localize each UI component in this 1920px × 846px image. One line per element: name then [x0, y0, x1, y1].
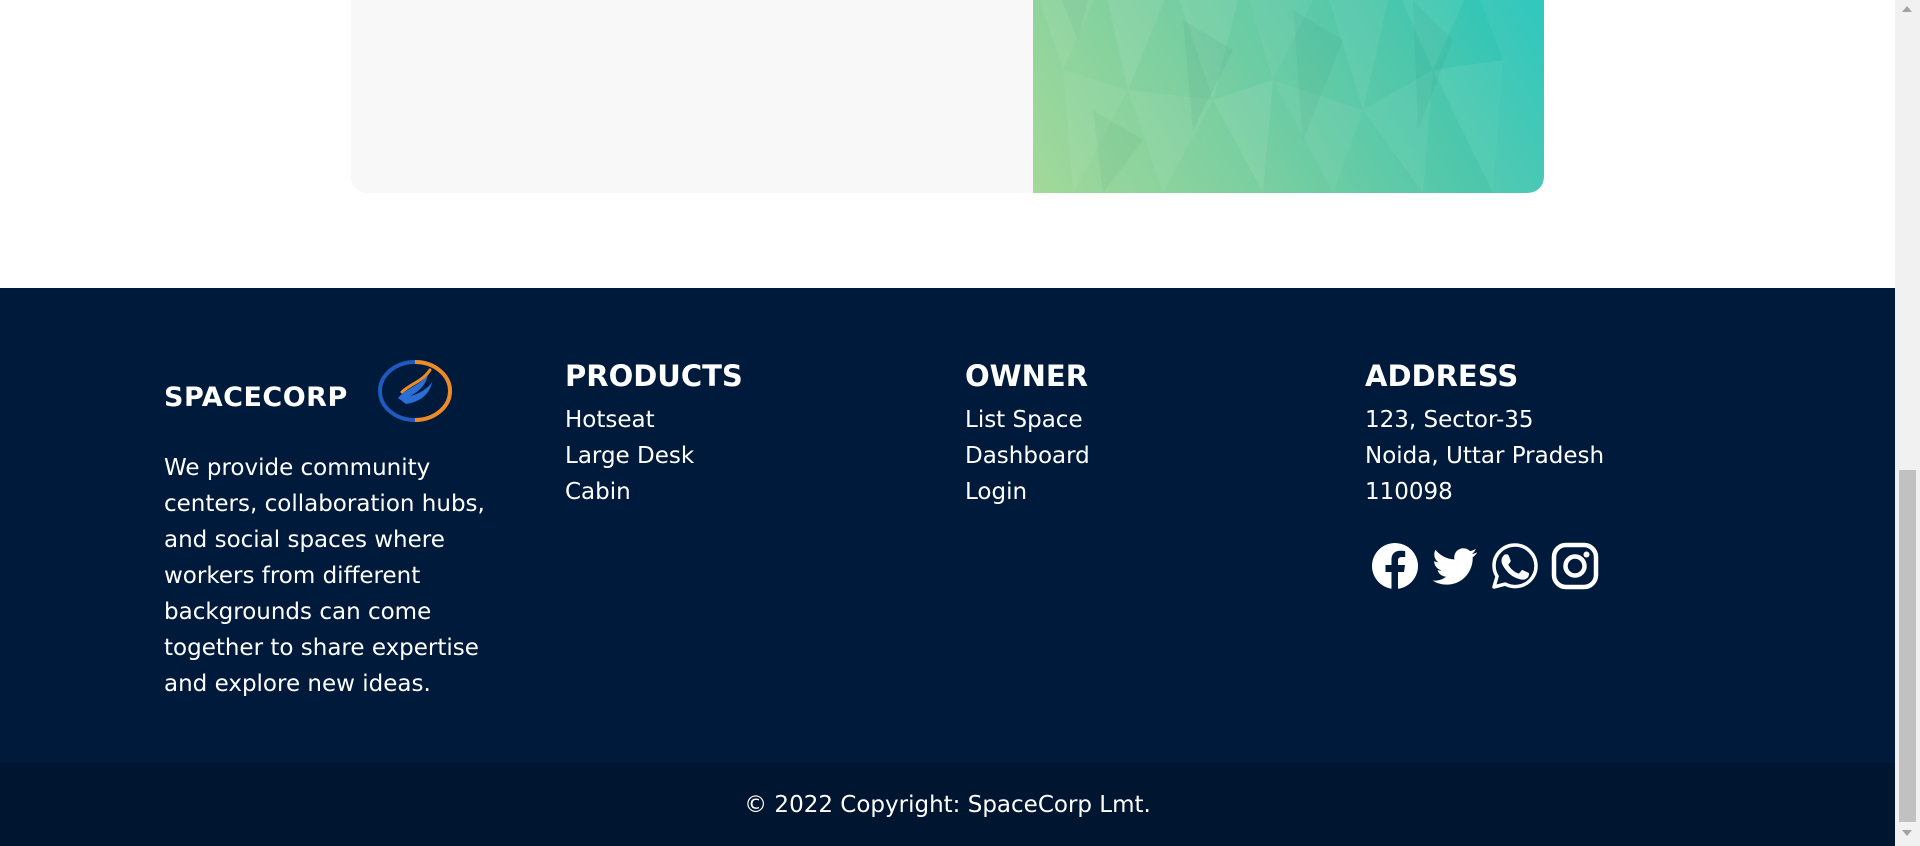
address-line: Noida, Uttar Pradesh: [1365, 443, 1605, 469]
brand-logo-icon[interactable]: [376, 358, 454, 424]
page: SPACECORP We provide community centers, …: [0, 0, 1895, 846]
site-footer: SPACECORP We provide community centers, …: [0, 288, 1895, 763]
products-title: PRODUCTS: [565, 359, 743, 393]
instagram-icon[interactable]: [1551, 542, 1599, 590]
card-image: [1033, 0, 1544, 193]
twitter-icon[interactable]: [1431, 542, 1479, 590]
product-link-cabin[interactable]: Cabin: [565, 474, 743, 510]
owner-title: OWNER: [965, 359, 1089, 393]
footer-owner-column: OWNER List Space Dashboard Login: [965, 358, 1090, 510]
footer-products-column: PRODUCTS Hotseat Large Desk Cabin: [565, 358, 743, 510]
social-links: [1371, 542, 1604, 590]
address-line: 123, Sector-35: [1365, 407, 1534, 433]
product-link-hotseat[interactable]: Hotseat: [565, 402, 743, 438]
polygon-pattern: [1039, 0, 1544, 193]
feature-card: [351, 0, 1544, 193]
facebook-icon[interactable]: [1371, 542, 1419, 590]
product-link-large-desk[interactable]: Large Desk: [565, 438, 743, 474]
owner-link-dashboard[interactable]: Dashboard: [965, 438, 1090, 474]
brand-row: SPACECORP: [164, 358, 514, 424]
address-title: ADDRESS: [1365, 359, 1519, 393]
owner-link-login[interactable]: Login: [965, 474, 1090, 510]
scroll-down-icon[interactable]: [1902, 830, 1912, 836]
brand-description: We provide community centers, collaborat…: [164, 455, 485, 697]
footer-address-column: ADDRESS 123, Sector-35 Noida, Uttar Prad…: [1365, 358, 1604, 590]
whatsapp-icon[interactable]: [1491, 542, 1539, 590]
owner-list: List Space Dashboard Login: [965, 402, 1090, 510]
scroll-up-icon[interactable]: [1902, 6, 1912, 12]
copyright-text: © 2022 Copyright: SpaceCorp Lmt.: [744, 791, 1151, 818]
products-list: Hotseat Large Desk Cabin: [565, 402, 743, 510]
brand-name[interactable]: SPACECORP: [164, 382, 348, 413]
owner-link-list-space[interactable]: List Space: [965, 402, 1090, 438]
scroll-thumb[interactable]: [1899, 470, 1916, 822]
footer-brand-column: SPACECORP We provide community centers, …: [164, 358, 514, 702]
address-line: 110098: [1365, 479, 1453, 505]
copyright-bar: © 2022 Copyright: SpaceCorp Lmt.: [0, 763, 1895, 846]
scrollbar[interactable]: [1895, 0, 1920, 846]
address-lines: 123, Sector-35 Noida, Uttar Pradesh 1100…: [1365, 402, 1604, 510]
